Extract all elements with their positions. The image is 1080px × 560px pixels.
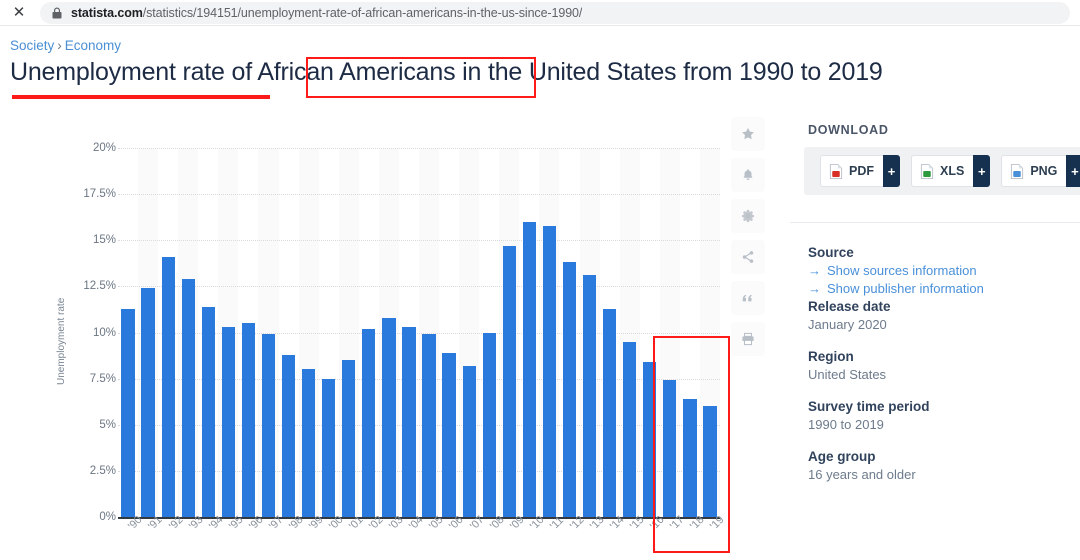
- source-link[interactable]: → Show publisher information: [808, 281, 1068, 296]
- arrow-right-icon: →: [808, 263, 821, 278]
- chart-bar[interactable]: [462, 365, 476, 517]
- chart-bar[interactable]: [522, 221, 536, 517]
- download-button[interactable]: PNG +: [1001, 155, 1080, 187]
- download-button-main[interactable]: PNG: [1001, 155, 1067, 187]
- y-axis-tick: 7.5%: [89, 372, 116, 385]
- chart-gridline: [118, 194, 720, 196]
- chart-bar[interactable]: [623, 341, 637, 517]
- download-button-main[interactable]: PDF: [820, 155, 883, 187]
- download-button[interactable]: XLS +: [911, 155, 991, 187]
- print-icon[interactable]: [731, 322, 765, 356]
- breadcrumb-item-society[interactable]: Society: [10, 38, 54, 53]
- metadata-value: January 2020: [808, 317, 887, 332]
- metadata-list: Release date January 2020 Region United Sta…: [808, 299, 1068, 482]
- chart-bar[interactable]: [603, 308, 617, 517]
- chart-bar[interactable]: [422, 334, 436, 517]
- chart-bar[interactable]: [181, 279, 195, 517]
- y-axis-tick: 10%: [92, 326, 116, 339]
- chart-bar[interactable]: [201, 306, 215, 517]
- download-button-label: PDF: [849, 164, 874, 178]
- source-links: → Show sources information → Show publisher…: [808, 263, 1068, 296]
- download-button-main[interactable]: XLS: [911, 155, 974, 187]
- chart-bar[interactable]: [442, 352, 456, 517]
- y-axis-tick: 5%: [99, 418, 116, 431]
- chart-bar[interactable]: [241, 323, 256, 517]
- download-button-label: XLS: [940, 164, 965, 178]
- chart-bar[interactable]: [281, 354, 296, 517]
- metadata-panel: Source → Show sources information → Show pu…: [808, 245, 1068, 482]
- chart-gridline: [118, 240, 720, 242]
- browser-url-bar: ✕ statista.com/statistics/194151/unemplo…: [0, 0, 1080, 26]
- favorite-star-icon[interactable]: [731, 117, 765, 151]
- metadata-value: 16 years and older: [808, 467, 916, 482]
- y-axis-ticks: 20% 17.5% 15% 12.5% 10% 7.5% 5% 2.5% 0%: [56, 0, 116, 523]
- chart-bar[interactable]: [261, 334, 276, 517]
- sidebar: DOWNLOAD PDF+XLS+PNG++ Source →Show sour…: [790, 110, 1080, 560]
- source-link-label: Show publisher information: [827, 281, 984, 296]
- close-icon[interactable]: ✕: [6, 0, 32, 26]
- y-axis-tick: 15%: [92, 234, 116, 247]
- source-link[interactable]: → Show sources information: [808, 263, 1068, 278]
- arrow-right-icon: →: [808, 281, 821, 296]
- chart-bar[interactable]: [482, 332, 496, 517]
- y-axis-tick: 0%: [99, 511, 116, 523]
- source-link-label: Show sources information: [827, 263, 977, 278]
- annotation-box-title: [306, 57, 536, 98]
- metadata-heading: Release date: [808, 299, 891, 314]
- y-axis-tick: 17.5%: [83, 188, 116, 201]
- chart-gridline: [118, 148, 720, 149]
- page-title-part1: Unemployment rate of: [10, 58, 258, 86]
- chart-bar[interactable]: [342, 360, 356, 517]
- chart-bar[interactable]: [402, 326, 416, 517]
- chart-bar[interactable]: [161, 256, 175, 517]
- source-heading: Source: [808, 245, 854, 260]
- png-image-icon: [1010, 163, 1024, 179]
- chart-bar[interactable]: [382, 317, 396, 517]
- x-axis-ticks: '90'91'92'93'94'95'96'97'98'99'00'01'02 '…: [118, 514, 738, 560]
- chart-bar[interactable]: [302, 369, 316, 517]
- chart-bar[interactable]: [502, 245, 516, 517]
- chart-gridline: [118, 286, 720, 288]
- metadata-heading: Region: [808, 349, 854, 364]
- settings-gear-icon[interactable]: [731, 199, 765, 233]
- share-icon[interactable]: [731, 240, 765, 274]
- chart-bar[interactable]: [562, 262, 577, 517]
- chart-bar[interactable]: [362, 328, 376, 517]
- citation-quote-icon[interactable]: [731, 281, 765, 315]
- download-heading: DOWNLOAD: [808, 123, 889, 137]
- annotation-box-bars: [653, 336, 730, 553]
- chart-bar[interactable]: [322, 378, 336, 517]
- metadata-heading: Survey time period: [808, 399, 930, 414]
- url-input[interactable]: statista.com/statistics/194151/unemploym…: [40, 1, 1070, 24]
- download-options-plus-button[interactable]: +: [1066, 155, 1080, 187]
- divider: [790, 222, 1080, 223]
- pdf-file-icon: [829, 163, 843, 179]
- xls-file-icon: [920, 163, 934, 179]
- download-button-label: PNG: [1030, 164, 1058, 178]
- download-options-plus-button[interactable]: +: [973, 155, 991, 187]
- annotation-underline: [12, 95, 270, 99]
- metadata-value: 1990 to 2019: [808, 417, 884, 432]
- chart-bar[interactable]: [121, 308, 135, 517]
- download-options-plus-button[interactable]: +: [883, 155, 900, 187]
- y-axis-tick: 2.5%: [89, 464, 116, 477]
- chart-plot-area: [118, 148, 720, 517]
- metadata-heading: Age group: [808, 449, 876, 464]
- chart-bar[interactable]: [582, 275, 597, 517]
- download-button[interactable]: PDF +: [820, 155, 900, 187]
- download-card: DOWNLOAD PDF+XLS+PNG++: [790, 110, 1080, 215]
- y-axis-tick: 12.5%: [83, 280, 116, 293]
- alert-bell-icon[interactable]: [731, 158, 765, 192]
- download-buttons-strip: PDF+XLS+PNG++: [804, 147, 1080, 195]
- metadata-value: United States: [808, 367, 887, 382]
- chart-toolbar: [731, 117, 765, 363]
- url-path: /statistics/194151/unemployment-rate-of-…: [142, 5, 583, 20]
- chart-bar[interactable]: [542, 225, 557, 517]
- chart-bar[interactable]: [221, 326, 235, 517]
- y-axis-tick: 20%: [92, 142, 116, 154]
- chart-bar[interactable]: [141, 288, 155, 517]
- url-text: statista.com/statistics/194151/unemploym…: [71, 6, 582, 20]
